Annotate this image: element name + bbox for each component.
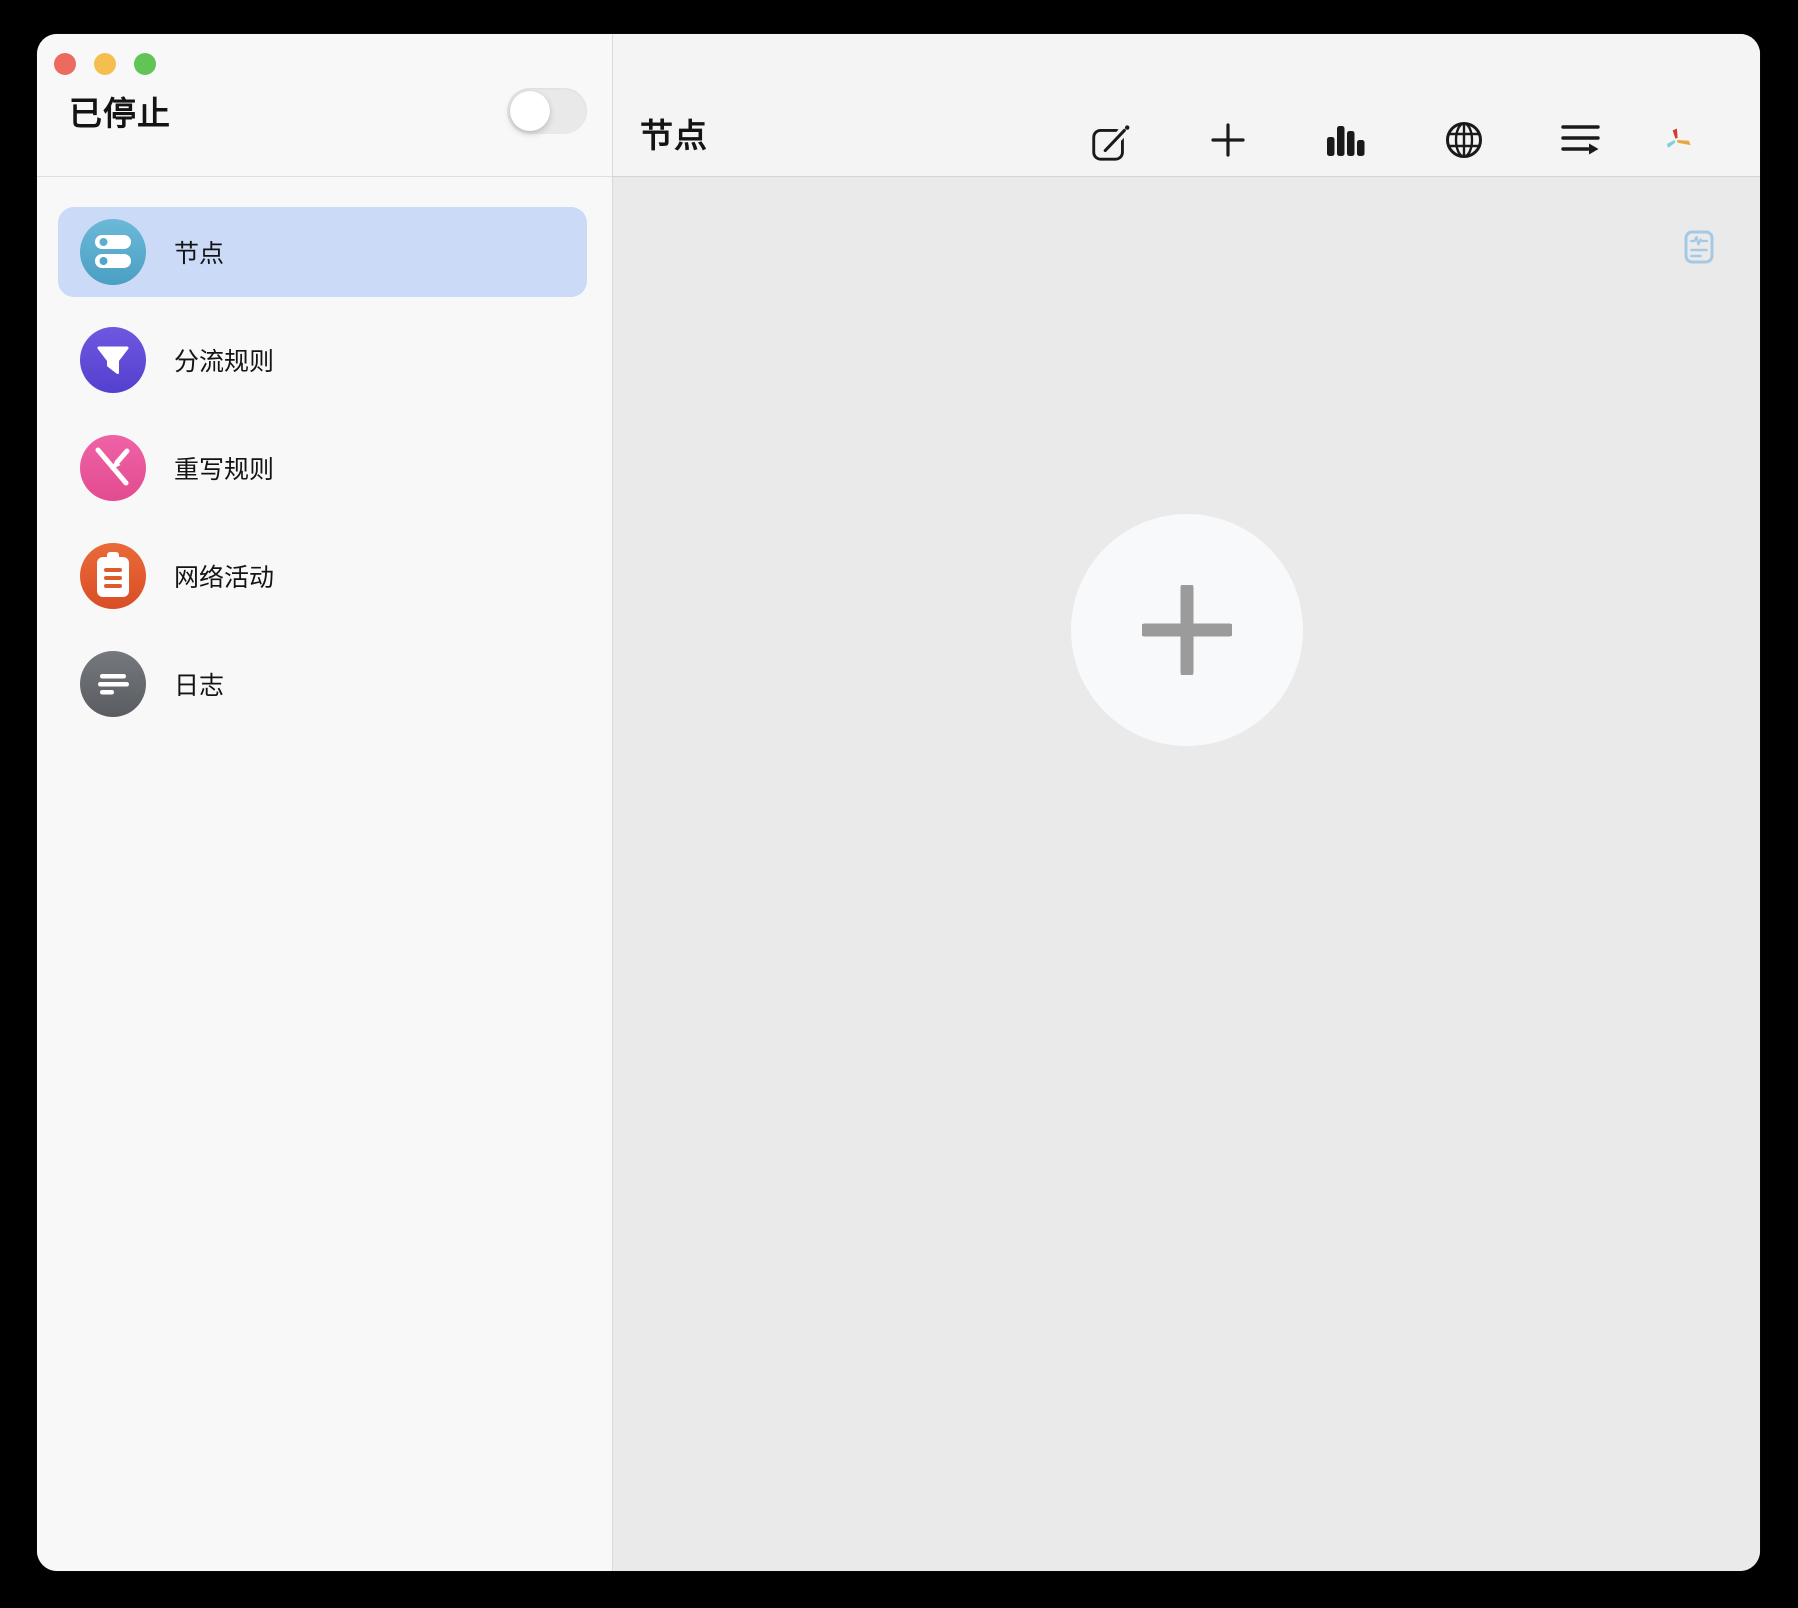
traffic-lights (54, 53, 587, 75)
power-toggle[interactable] (507, 88, 587, 134)
page-title: 节点 (640, 109, 708, 162)
sidebar-header: 已停止 (37, 34, 612, 177)
bar-chart-icon[interactable] (1324, 118, 1368, 162)
sidebar-nav: 节点 分流规则 重写规则 (37, 177, 612, 729)
toolbar-icons (1088, 118, 1702, 162)
app-logo-icon[interactable] (1658, 118, 1702, 162)
clipboard-icon (80, 543, 146, 609)
sidebar-item-rewrite-rules[interactable]: 重写规则 (58, 423, 587, 513)
app-window: 已停止 节点 (37, 34, 1760, 1571)
sidebar-item-logs[interactable]: 日志 (58, 639, 587, 729)
content-toolbar: 节点 (613, 34, 1760, 177)
plus-icon[interactable] (1206, 118, 1250, 162)
sidebar-item-label: 节点 (174, 234, 224, 270)
speed-test-report-icon[interactable] (1684, 230, 1714, 264)
list-export-icon[interactable] (1560, 118, 1604, 162)
minimize-button[interactable] (94, 53, 116, 75)
compose-icon[interactable] (1088, 118, 1132, 162)
plus-icon (1142, 585, 1232, 675)
sidebar-item-label: 分流规则 (174, 342, 274, 378)
sidebar-item-label: 日志 (174, 666, 224, 702)
log-lines-icon (80, 651, 146, 717)
sidebar-item-network-activity[interactable]: 网络活动 (58, 531, 587, 621)
main-content: 节点 (613, 34, 1760, 1571)
sidebar-item-routing-rules[interactable]: 分流规则 (58, 315, 587, 405)
add-node-button[interactable] (1071, 514, 1303, 746)
toggle-knob[interactable] (510, 91, 550, 131)
globe-icon[interactable] (1442, 118, 1486, 162)
funnel-icon (80, 327, 146, 393)
connection-status-title: 已停止 (69, 87, 171, 135)
nodes-empty-area (613, 177, 1760, 1571)
servers-icon (80, 219, 146, 285)
sidebar-item-label: 网络活动 (174, 558, 274, 594)
sidebar: 已停止 节点 (37, 34, 613, 1571)
sidebar-item-label: 重写规则 (174, 450, 274, 486)
sidebar-item-nodes[interactable]: 节点 (58, 207, 587, 297)
rewrite-pencil-icon (80, 435, 146, 501)
zoom-button[interactable] (134, 53, 156, 75)
close-button[interactable] (54, 53, 76, 75)
status-row: 已停止 (54, 87, 587, 135)
